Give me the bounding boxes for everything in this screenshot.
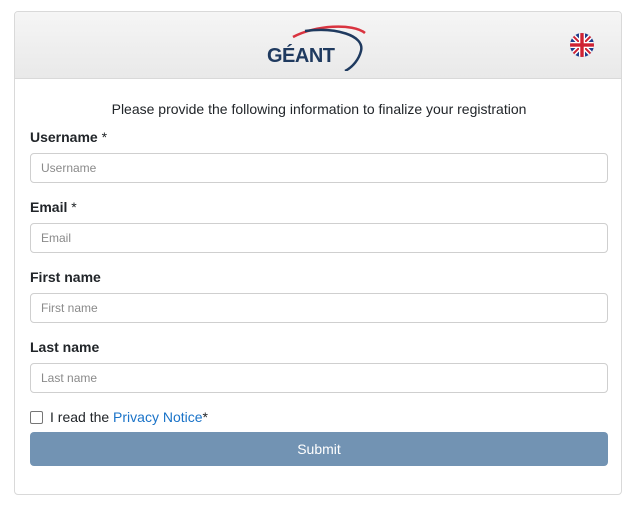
last-name-input[interactable] [30,363,608,393]
uk-flag-icon[interactable] [570,33,594,57]
registration-card: GÉANT Please provide the following infor… [14,11,622,495]
last-name-label: Last name [30,339,100,355]
privacy-consent: I read the Privacy Notice * [30,409,208,425]
card-header: GÉANT [15,12,621,79]
first-name-label: First name [30,269,101,285]
consent-prefix: I read the [50,409,114,425]
consent-required-mark: * [202,409,208,425]
username-label: Username * [30,129,108,145]
submit-button[interactable]: Submit [30,432,608,466]
intro-text: Please provide the following information… [111,101,527,117]
geant-logo: GÉANT [265,23,373,73]
email-input[interactable] [30,223,608,253]
logo-text: GÉANT [267,45,335,67]
required-mark: * [67,199,77,215]
privacy-notice-link[interactable]: Privacy Notice [113,409,202,425]
email-label: Email * [30,199,77,215]
required-mark: * [97,129,108,145]
username-input[interactable] [30,153,608,183]
privacy-checkbox[interactable] [30,410,43,424]
first-name-input[interactable] [30,293,608,323]
